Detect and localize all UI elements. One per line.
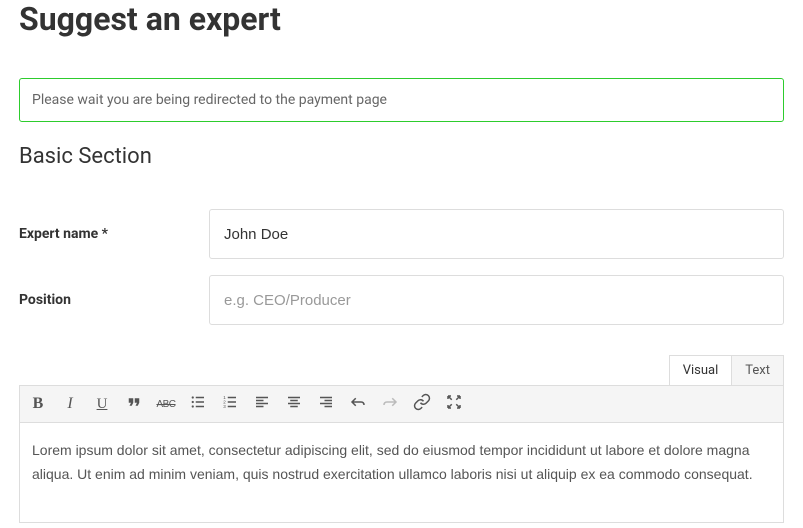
align-left-button[interactable] — [246, 388, 278, 420]
tab-visual[interactable]: Visual — [669, 355, 732, 385]
editor-toolbar: B I U ABC 123 — [19, 385, 784, 423]
align-center-icon — [285, 393, 303, 415]
numbered-list-icon: 123 — [221, 393, 239, 415]
align-center-button[interactable] — [278, 388, 310, 420]
redirect-alert: Please wait you are being redirected to … — [19, 78, 784, 122]
position-input[interactable] — [209, 275, 784, 325]
align-right-icon — [317, 393, 335, 415]
form-row-position: Position — [19, 275, 784, 325]
undo-button[interactable] — [342, 388, 374, 420]
align-left-icon — [253, 393, 271, 415]
expert-name-label: Expert name * — [19, 209, 209, 242]
editor-container: Visual Text B I U ABC 123 — [19, 355, 784, 523]
undo-icon — [349, 393, 367, 415]
expert-name-input[interactable] — [209, 209, 784, 259]
strikethrough-button[interactable]: ABC — [150, 388, 182, 420]
link-button[interactable] — [406, 388, 438, 420]
svg-text:3: 3 — [223, 404, 226, 409]
strikethrough-icon: ABC — [156, 399, 175, 410]
redo-button[interactable] — [374, 388, 406, 420]
fullscreen-icon — [445, 393, 463, 415]
align-right-button[interactable] — [310, 388, 342, 420]
bullet-list-button[interactable] — [182, 388, 214, 420]
editor-content[interactable]: Lorem ipsum dolor sit amet, consectetur … — [19, 423, 784, 523]
section-heading: Basic Section — [19, 144, 784, 169]
underline-button[interactable]: U — [86, 388, 118, 420]
tab-text[interactable]: Text — [731, 355, 784, 385]
position-label: Position — [19, 275, 209, 308]
bullet-list-icon — [189, 393, 207, 415]
italic-button[interactable]: I — [54, 388, 86, 420]
editor-tabs: Visual Text — [19, 355, 784, 385]
page-title: Suggest an expert — [19, 0, 784, 38]
numbered-list-button[interactable]: 123 — [214, 388, 246, 420]
form-row-expert-name: Expert name * — [19, 209, 784, 259]
link-icon — [413, 393, 431, 415]
blockquote-button[interactable] — [118, 388, 150, 420]
redo-icon — [381, 393, 399, 415]
bold-button[interactable]: B — [22, 388, 54, 420]
quote-icon — [125, 393, 143, 415]
fullscreen-button[interactable] — [438, 388, 470, 420]
